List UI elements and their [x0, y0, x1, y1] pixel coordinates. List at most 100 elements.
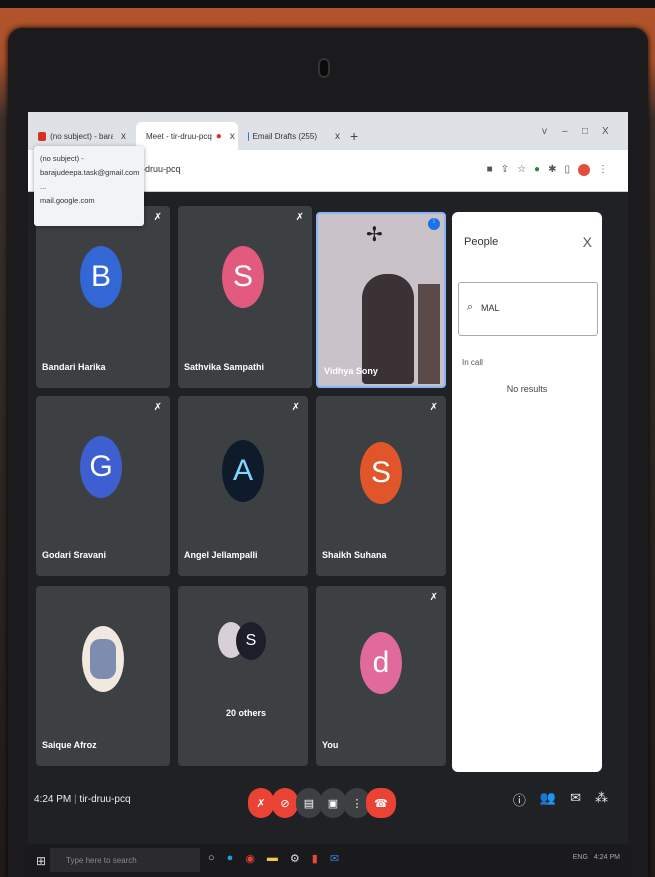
panel-title: People: [464, 236, 499, 248]
system-tray: ENG 4:24 PM: [573, 854, 620, 861]
tab-email-drafts[interactable]: Email Drafts (255) x: [242, 122, 346, 150]
laptop-screen: (no subject) - barajudeepa.task1 x Meet …: [28, 112, 628, 877]
participant-name: Saique Afroz: [42, 740, 97, 750]
close-icon[interactable]: x: [335, 131, 340, 142]
tooltip-title: (no subject) -: [40, 154, 84, 163]
participant-tile[interactable]: ✗ S Shaikh Suhana: [316, 396, 446, 576]
people-icon[interactable]: 👥: [540, 790, 556, 809]
file-explorer-icon[interactable]: ▬: [267, 852, 278, 865]
extension-icon[interactable]: ●: [534, 164, 540, 176]
tab-meet-label: Meet - tir-druu-pcq: [146, 131, 212, 141]
webcam: [318, 58, 330, 78]
share-icon[interactable]: ⇪: [501, 164, 509, 176]
present-button[interactable]: ▣: [320, 788, 346, 818]
chrome-icon[interactable]: ◉: [245, 852, 255, 865]
mic-off-icon: ✗: [429, 592, 438, 603]
participant-tile[interactable]: ✗ G Godari Sravani: [36, 396, 170, 576]
office-icon[interactable]: ▮: [312, 852, 318, 865]
sidebar-icon[interactable]: ▯: [564, 164, 570, 176]
people-search-input[interactable]: ⌕ MAL: [458, 282, 598, 336]
new-tab-button[interactable]: +: [350, 128, 358, 144]
avatar: S: [360, 442, 402, 504]
meet-control-bar: 4:24 PM | tir-druu-pcq ✗ ⊘ ▤ ▣ ⋮ ☎ ⓘ 👥 ✉…: [28, 772, 628, 842]
taskbar-search-input[interactable]: Type here to search: [50, 848, 200, 872]
recording-dot-icon: ●: [215, 130, 222, 142]
close-icon[interactable]: x: [230, 131, 235, 142]
maximize-button[interactable]: □: [582, 126, 588, 137]
participant-tile[interactable]: ✗ B Bandari Harika: [36, 206, 170, 388]
no-results-text: No results: [506, 384, 548, 394]
tray-language[interactable]: ENG: [573, 854, 588, 861]
settings-gear-icon[interactable]: ⚙: [290, 852, 300, 865]
participant-tile[interactable]: ✗ A Angel Jellampalli: [178, 396, 308, 576]
tab-hover-tooltip: (no subject) - barajudeepa.task@gmail.co…: [34, 146, 144, 226]
people-panel: People X ⌕ MAL In call No results: [452, 212, 602, 772]
avatar: d: [360, 632, 402, 694]
mic-off-icon: ✗: [429, 402, 438, 413]
camera-icon[interactable]: ■: [487, 164, 493, 176]
tab-gmail-label: (no subject) - barajudeepa.task1: [50, 131, 113, 141]
mic-off-icon: ✗: [153, 212, 162, 223]
tab-search-icon[interactable]: v: [542, 126, 547, 137]
participant-name: 20 others: [226, 708, 267, 718]
tooltip-domain: mail.google.com: [40, 196, 95, 205]
avatar: [82, 626, 124, 692]
minimize-button[interactable]: –: [562, 126, 568, 137]
close-panel-button[interactable]: X: [583, 234, 592, 250]
search-icon: ⌕: [467, 301, 474, 313]
in-call-heading: In call: [462, 358, 483, 367]
participant-tile[interactable]: ✗ S Sathvika Sampathi: [178, 206, 312, 388]
camera-toggle-button[interactable]: ⊘: [272, 788, 298, 818]
ceiling-fan-icon: ✢: [366, 224, 383, 246]
profile-photo: [90, 639, 116, 679]
leave-call-button[interactable]: ☎: [366, 788, 396, 818]
menu-icon[interactable]: ⋮: [598, 164, 608, 176]
edge-icon[interactable]: ●: [227, 852, 234, 865]
mic-off-icon: ✗: [295, 212, 304, 223]
window-close-button[interactable]: X: [602, 126, 609, 137]
participant-name: Bandari Harika: [42, 362, 106, 372]
avatar[interactable]: [578, 164, 590, 176]
participant-tile-others[interactable]: S 20 others: [178, 586, 308, 766]
tray-time[interactable]: 4:24 PM: [594, 854, 620, 861]
info-icon[interactable]: ⓘ: [513, 790, 526, 809]
participant-tile-video[interactable]: ✢ ⁞ Vidhya Sony: [316, 212, 446, 388]
tooltip-email: barajudeepa.task@gmail.com ...: [40, 168, 140, 191]
participant-name: Angel Jellampalli: [184, 550, 258, 560]
captions-button[interactable]: ▤: [296, 788, 322, 818]
search-icon[interactable]: ○: [208, 852, 215, 865]
windows-start-icon[interactable]: ⊞: [36, 854, 46, 868]
url-text: -druu-pcq: [142, 164, 181, 174]
current-time: 4:24 PM: [34, 794, 72, 805]
participant-name: Godari Sravani: [42, 550, 107, 560]
participant-name: You: [322, 740, 339, 750]
browser-tabstrip: (no subject) - barajudeepa.task1 x Meet …: [28, 112, 628, 150]
mail-icon[interactable]: ✉: [330, 852, 339, 865]
meet-side-controls: ⓘ 👥 ✉ ⁂: [513, 790, 608, 809]
mic-toggle-button[interactable]: ✗: [248, 788, 274, 818]
doorway: [418, 284, 440, 384]
taskbar-apps: ○ ● ◉ ▬ ⚙ ▮ ✉: [208, 852, 339, 865]
chat-icon[interactable]: ✉: [570, 790, 581, 809]
tab-drafts-label: Email Drafts (255): [252, 131, 317, 141]
mic-off-icon: ✗: [153, 402, 162, 413]
browser-toolbar: ■ ⇪ ☆ ● ✱ ▯ ⋮: [487, 164, 608, 176]
activities-icon[interactable]: ⁂: [595, 790, 608, 809]
participant-tile-self[interactable]: ✗ d You: [316, 586, 446, 766]
participant-name: Vidhya Sony: [324, 366, 378, 376]
tab-meet[interactable]: Meet - tir-druu-pcq ● x: [136, 122, 238, 150]
participant-tile[interactable]: Saique Afroz: [36, 586, 170, 766]
avatar: G: [80, 436, 122, 498]
meeting-code: tir-druu-pcq: [79, 794, 131, 805]
windows-taskbar: ⊞ Type here to search ○ ● ◉ ▬ ⚙ ▮ ✉ ENG …: [28, 844, 628, 877]
avatar: B: [80, 246, 122, 308]
participant-name: Sathvika Sampathi: [184, 362, 265, 372]
close-icon[interactable]: x: [121, 131, 126, 142]
avatar: A: [222, 440, 264, 502]
avatar: S: [236, 622, 266, 660]
mic-off-icon: ✗: [291, 402, 300, 413]
search-value: MAL: [481, 303, 500, 313]
top-dark-strip: [0, 0, 655, 8]
bookmark-star-icon[interactable]: ☆: [517, 164, 526, 176]
puzzle-icon[interactable]: ✱: [548, 164, 556, 176]
